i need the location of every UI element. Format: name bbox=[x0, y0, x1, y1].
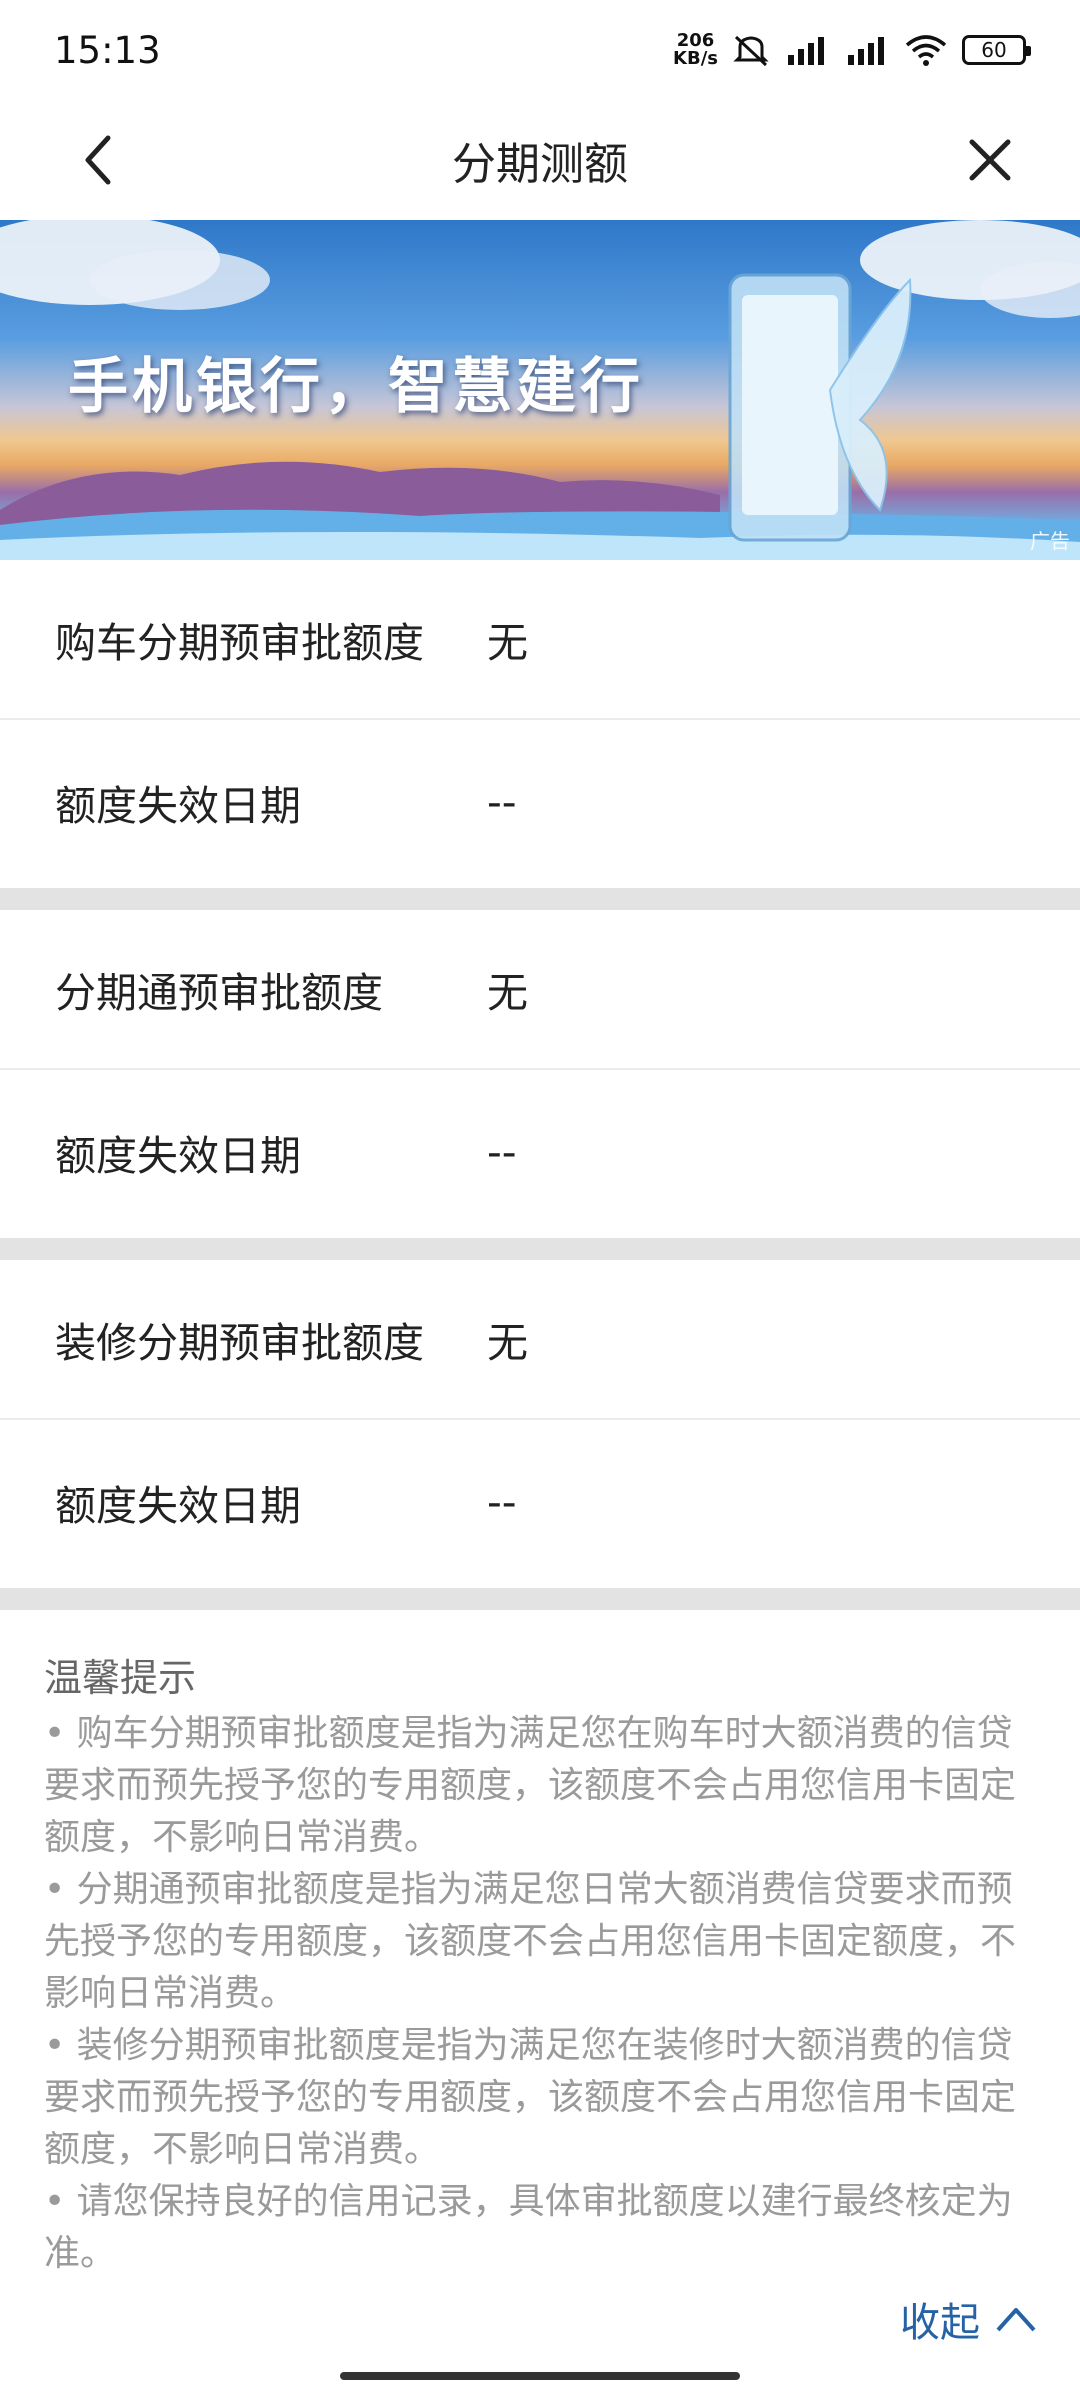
expiry-label: 额度失效日期 bbox=[55, 1482, 301, 1530]
ad-banner[interactable]: 手机银行，智慧建行 广告 bbox=[0, 220, 1080, 560]
battery-level: 60 bbox=[981, 38, 1007, 62]
network-speed-unit: KB/s bbox=[673, 48, 718, 69]
collapse-label: 收起 bbox=[900, 2300, 980, 2346]
page-title: 分期测额 bbox=[452, 139, 628, 190]
status-bar: 15:13 206 KB/s 60 bbox=[0, 0, 1080, 100]
signal-icon-1 bbox=[784, 33, 830, 67]
quota-row-car: 购车分期预审批额度 无 bbox=[0, 560, 1080, 720]
banner-slogan: 手机银行，智慧建行 bbox=[68, 352, 644, 422]
expiry-value: -- bbox=[487, 778, 517, 826]
network-speed: 206 KB/s bbox=[673, 32, 718, 68]
quota-label: 装修分期预审批额度 bbox=[55, 1319, 424, 1367]
expiry-row-car: 额度失效日期 -- bbox=[0, 722, 1080, 882]
tip-item: • 请您保持良好的信用记录，具体审批额度以建行最终核定为准。 bbox=[44, 2181, 1013, 2274]
chevron-left-icon bbox=[85, 135, 111, 185]
wifi-icon bbox=[904, 33, 948, 67]
quota-value: 无 bbox=[487, 1319, 528, 1367]
section-divider bbox=[0, 1588, 1080, 1610]
tips-section: 温馨提示 • 购车分期预审批额度是指为满足您在购车时大额消费的信贷要求而预先授予… bbox=[44, 1652, 1040, 2280]
chevron-up-icon bbox=[996, 2308, 1036, 2332]
expiry-label: 额度失效日期 bbox=[55, 1132, 301, 1180]
status-icons: 206 KB/s 60 bbox=[673, 32, 1031, 68]
ad-label: 广告 bbox=[1030, 529, 1070, 553]
battery-icon: 60 bbox=[962, 35, 1031, 65]
collapse-button[interactable]: 收起 bbox=[900, 2290, 1038, 2348]
quota-value: 无 bbox=[487, 619, 528, 667]
status-time: 15:13 bbox=[54, 28, 161, 72]
quota-label: 分期通预审批额度 bbox=[55, 969, 383, 1017]
quota-value: 无 bbox=[487, 969, 528, 1017]
quota-row-renovation: 装修分期预审批额度 无 bbox=[0, 1260, 1080, 1420]
expiry-label: 额度失效日期 bbox=[55, 782, 301, 830]
expiry-row-installment: 额度失效日期 -- bbox=[0, 1072, 1080, 1232]
expiry-value: -- bbox=[487, 1478, 517, 1526]
close-button[interactable] bbox=[960, 130, 1020, 190]
section-divider bbox=[0, 888, 1080, 910]
expiry-row-renovation: 额度失效日期 -- bbox=[0, 1422, 1080, 1582]
section-divider bbox=[0, 1238, 1080, 1260]
tip-item: • 购车分期预审批额度是指为满足您在购车时大额消费的信贷要求而预先授予您的专用额… bbox=[44, 1713, 1017, 1858]
close-icon bbox=[969, 139, 1011, 181]
signal-icon-2 bbox=[844, 33, 890, 67]
page-header: 分期测额 bbox=[0, 100, 1080, 220]
quota-row-installment: 分期通预审批额度 无 bbox=[0, 910, 1080, 1070]
mute-icon bbox=[732, 33, 770, 67]
back-button[interactable] bbox=[70, 130, 130, 190]
home-indicator[interactable] bbox=[340, 2372, 740, 2380]
expiry-value: -- bbox=[487, 1128, 517, 1176]
tips-title: 温馨提示 bbox=[44, 1656, 197, 1700]
tip-item: • 分期通预审批额度是指为满足您日常大额消费信贷要求而预先授予您的专用额度，该额… bbox=[44, 1869, 1017, 2014]
quota-label: 购车分期预审批额度 bbox=[55, 619, 424, 667]
tip-item: • 装修分期预审批额度是指为满足您在装修时大额消费的信贷要求而预先授予您的专用额… bbox=[44, 2025, 1017, 2170]
